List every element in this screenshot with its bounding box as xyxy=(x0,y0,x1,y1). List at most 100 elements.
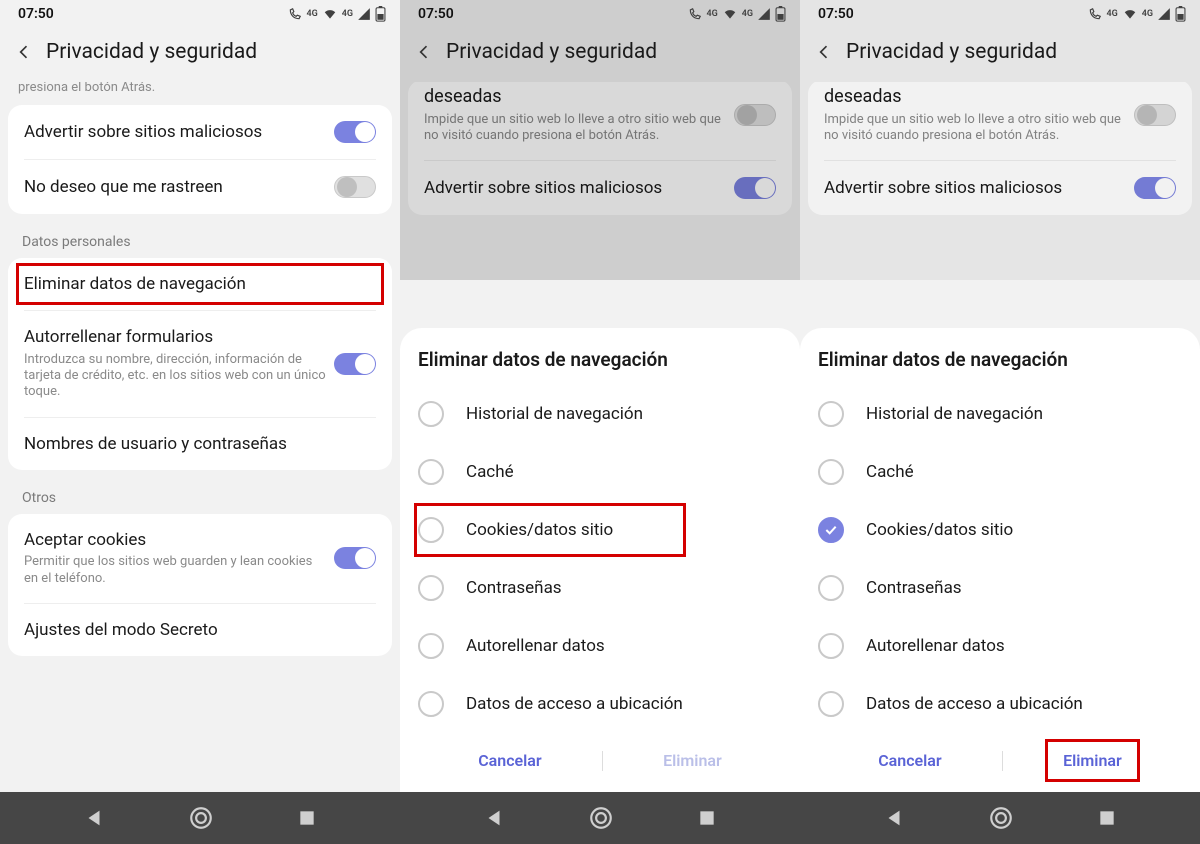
nav-back-icon[interactable] xyxy=(883,807,905,829)
voip-icon xyxy=(1088,7,1102,21)
nav-back-icon[interactable] xyxy=(483,807,505,829)
radio-cookies-checked[interactable] xyxy=(818,517,844,543)
label-aceptar-cookies: Aceptar cookies xyxy=(24,530,326,550)
row-ajustes-secreto[interactable]: Ajustes del modo Secreto xyxy=(24,604,376,656)
label-bg-deseadas: deseadas xyxy=(424,86,726,108)
card-otros: Aceptar cookies Permitir que los sitios … xyxy=(8,514,392,656)
sub-bg-deseadas: Impide que un sitio web lo lleve a otro … xyxy=(424,112,726,145)
radio-contrasenas[interactable] xyxy=(818,575,844,601)
radio-autorellenar[interactable] xyxy=(818,633,844,659)
cancel-button[interactable]: Cancelar xyxy=(868,745,951,776)
option-ubicacion[interactable]: Datos de acceso a ubicación xyxy=(818,675,1182,733)
back-icon[interactable] xyxy=(14,42,34,62)
battery-icon xyxy=(1175,6,1186,22)
screen-1: 07:50 4G 4G Privacidad y seguridad presi… xyxy=(0,0,400,844)
toggle-advertir[interactable] xyxy=(334,121,376,143)
label-historial: Historial de navegación xyxy=(866,404,1043,424)
label-cache: Caché xyxy=(466,462,514,482)
row-eliminar-datos[interactable]: Eliminar datos de navegación xyxy=(24,258,376,311)
nav-recent-icon[interactable] xyxy=(297,808,317,828)
label-cookies: Cookies/datos sitio xyxy=(466,520,613,540)
screen-3: 07:50 4G 4G Privacidad y seguridad desea… xyxy=(800,0,1200,844)
row-aceptar-cookies[interactable]: Aceptar cookies Permitir que los sitios … xyxy=(24,514,376,604)
status-bar: 07:50 4G 4G xyxy=(0,0,400,28)
page-title: Privacidad y seguridad xyxy=(46,40,257,64)
nav-recent-icon[interactable] xyxy=(1097,808,1117,828)
row-no-rastrear[interactable]: No deseo que me rastreen xyxy=(24,160,376,214)
delete-button[interactable]: Eliminar xyxy=(1053,745,1132,776)
label-ajustes-secreto: Ajustes del modo Secreto xyxy=(24,620,368,640)
radio-ubicacion[interactable] xyxy=(418,691,444,717)
label-autorrellenar: Autorrellenar formularios xyxy=(24,327,326,347)
label-cookies: Cookies/datos sitio xyxy=(866,520,1013,540)
nav-back-icon[interactable] xyxy=(83,807,105,829)
screen-2: 07:50 4G 4G Privacidad y seguridad desea… xyxy=(400,0,800,844)
label-autorellenar: Autorellenar datos xyxy=(866,636,1005,656)
option-autorellenar[interactable]: Autorellenar datos xyxy=(818,617,1182,675)
option-autorellenar[interactable]: Autorellenar datos xyxy=(418,617,782,675)
nav-bar xyxy=(400,792,800,844)
radio-historial[interactable] xyxy=(418,401,444,427)
label-contrasenas: Contraseñas xyxy=(866,578,962,598)
toggle-autorrellenar[interactable] xyxy=(334,353,376,375)
radio-cookies[interactable] xyxy=(418,517,444,543)
section-otros: Otros xyxy=(0,482,400,514)
sheet-buttons: Cancelar Eliminar xyxy=(418,733,782,782)
row-bg-deseadas: deseadas Impide que un sitio web lo llev… xyxy=(824,82,1176,161)
option-ubicacion[interactable]: Datos de acceso a ubicación xyxy=(418,675,782,733)
row-nombres-contrasenas[interactable]: Nombres de usuario y contraseñas xyxy=(24,418,376,470)
card-privacy-toggles: Advertir sobre sitios maliciosos No dese… xyxy=(8,105,392,214)
option-contrasenas[interactable]: Contraseñas xyxy=(418,559,782,617)
delete-button[interactable]: Eliminar xyxy=(653,745,732,776)
nav-home-icon[interactable] xyxy=(988,805,1014,831)
toggle-no-rastrear[interactable] xyxy=(334,176,376,198)
radio-cache[interactable] xyxy=(418,459,444,485)
status-icons: 4G 4G xyxy=(1088,6,1186,22)
toggle-aceptar-cookies[interactable] xyxy=(334,547,376,569)
label-contrasenas: Contraseñas xyxy=(466,578,562,598)
page-title: Privacidad y seguridad xyxy=(846,40,1057,64)
label-bg-advertir: Advertir sobre sitios maliciosos xyxy=(424,178,726,198)
radio-ubicacion[interactable] xyxy=(818,691,844,717)
4g-label-2: 4G xyxy=(342,10,353,19)
4g-label-2: 4G xyxy=(1142,10,1153,19)
battery-icon xyxy=(775,6,786,22)
option-historial[interactable]: Historial de navegación xyxy=(418,385,782,443)
option-cookies[interactable]: Cookies/datos sitio xyxy=(418,501,782,559)
bg-card-1: deseadas Impide que un sitio web lo llev… xyxy=(808,82,1192,215)
status-icons: 4G 4G xyxy=(688,6,786,22)
row-advertir-maliciosos[interactable]: Advertir sobre sitios maliciosos xyxy=(24,105,376,160)
option-cookies[interactable]: Cookies/datos sitio xyxy=(818,501,1182,559)
label-autorellenar: Autorellenar datos xyxy=(466,636,605,656)
signal-icon xyxy=(757,7,771,21)
option-historial[interactable]: Historial de navegación xyxy=(818,385,1182,443)
radio-autorellenar[interactable] xyxy=(418,633,444,659)
toggle-bg-advertir xyxy=(1134,177,1176,199)
status-time: 07:50 xyxy=(18,6,54,22)
nav-home-icon[interactable] xyxy=(188,805,214,831)
voip-icon xyxy=(688,7,702,21)
nav-home-icon[interactable] xyxy=(588,805,614,831)
page-title: Privacidad y seguridad xyxy=(446,40,657,64)
cancel-button[interactable]: Cancelar xyxy=(468,745,551,776)
option-cache[interactable]: Caché xyxy=(818,443,1182,501)
label-ubicacion: Datos de acceso a ubicación xyxy=(466,694,683,714)
option-cache[interactable]: Caché xyxy=(418,443,782,501)
nav-recent-icon[interactable] xyxy=(697,808,717,828)
battery-icon xyxy=(375,6,386,22)
row-autorrellenar[interactable]: Autorrellenar formularios Introduzca su … xyxy=(24,311,376,417)
button-separator xyxy=(1002,751,1003,771)
status-time: 07:50 xyxy=(418,6,454,22)
wifi-icon xyxy=(1122,7,1138,21)
4g-label-2: 4G xyxy=(742,10,753,19)
nav-bar xyxy=(0,792,400,844)
radio-cache[interactable] xyxy=(818,459,844,485)
settings-content[interactable]: presiona el botón Atrás. Advertir sobre … xyxy=(0,82,400,792)
radio-historial[interactable] xyxy=(818,401,844,427)
label-eliminar-datos: Eliminar datos de navegación xyxy=(24,274,368,294)
option-contrasenas[interactable]: Contraseñas xyxy=(818,559,1182,617)
radio-contrasenas[interactable] xyxy=(418,575,444,601)
hint-text: presiona el botón Atrás. xyxy=(0,82,400,105)
back-icon[interactable] xyxy=(414,42,434,62)
back-icon[interactable] xyxy=(814,42,834,62)
